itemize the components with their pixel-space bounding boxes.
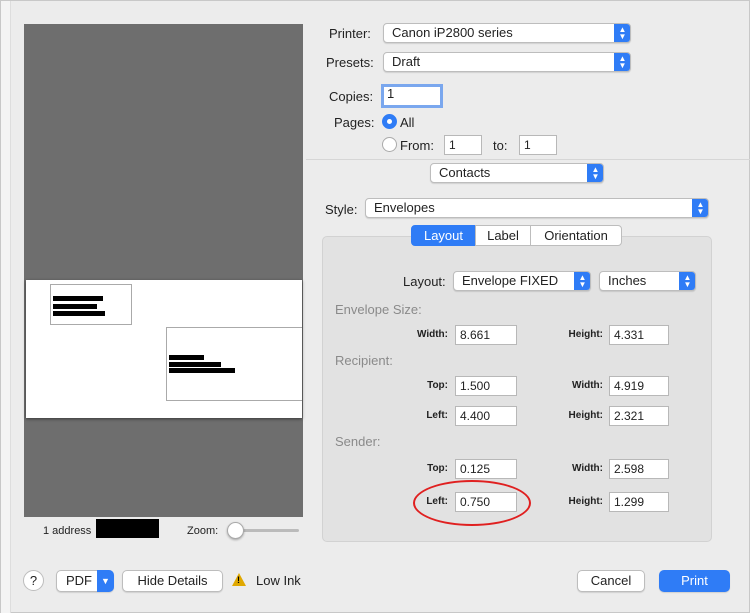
layout-label: Layout: (403, 274, 446, 289)
copies-field[interactable]: 1 (381, 84, 443, 108)
recipient-top-label: Top: (427, 380, 448, 391)
recipient-title: Recipient: (335, 353, 393, 368)
sender-top-field[interactable]: 0.125 (455, 459, 517, 479)
redacted-text (53, 311, 105, 316)
sender-height-field[interactable]: 1.299 (609, 492, 669, 512)
sender-height-label: Height: (568, 496, 603, 507)
pages-all-label: All (400, 115, 415, 130)
hide-details-button[interactable]: Hide Details (122, 570, 223, 592)
pages-to-label: to: (493, 138, 508, 153)
background-window-edge (1, 1, 11, 613)
print-button[interactable]: Print (659, 570, 730, 592)
chevron-updown-icon: ▲ ▼ (614, 53, 630, 71)
pages-to-field[interactable]: 1 (519, 135, 557, 155)
redacted-text (169, 355, 204, 360)
address-count: 1 address (43, 525, 92, 537)
print-dialog: 1 address Zoom: Printer: Canon iP2800 se… (0, 0, 750, 613)
envelope-height-label: Height: (568, 329, 603, 340)
presets-value: Draft (392, 54, 421, 69)
redacted-text (96, 519, 159, 538)
units-value: Inches (608, 273, 647, 288)
pdf-label: PDF (66, 573, 92, 588)
chevron-updown-icon: ▲ ▼ (574, 272, 590, 290)
recipient-address-box (166, 327, 302, 401)
printer-popup[interactable]: Canon iP2800 series ▲ ▼ (383, 23, 631, 43)
tab-layout[interactable]: Layout (411, 225, 476, 246)
chevron-updown-icon: ▲ ▼ (614, 24, 630, 42)
printer-label: Printer: (329, 26, 371, 41)
recipient-width-label: Width: (571, 380, 603, 391)
redacted-text (169, 362, 221, 367)
envelope-width-field[interactable]: 8.661 (455, 325, 517, 345)
zoom-label: Zoom: (187, 525, 219, 537)
recipient-left-field[interactable]: 4.400 (455, 406, 517, 426)
tab-label[interactable]: Label (475, 225, 531, 246)
envelope-height-field[interactable]: 4.331 (609, 325, 669, 345)
envelope-size-title: Envelope Size: (335, 302, 422, 317)
presets-label: Presets: (326, 55, 374, 70)
recipient-top-field[interactable]: 1.500 (455, 376, 517, 396)
recipient-left-label: Left: (426, 410, 448, 421)
envelope-width-label: Width: (416, 329, 448, 340)
units-popup[interactable]: Inches ▲ ▼ (599, 271, 696, 291)
pages-all-radio[interactable] (382, 114, 397, 129)
chevron-down-icon: ▼ (97, 570, 114, 592)
sender-width-label: Width: (571, 463, 603, 474)
pages-label: Pages: (334, 115, 375, 130)
app-settings-value: Contacts (439, 165, 491, 180)
redacted-text (53, 304, 97, 309)
copies-label: Copies: (329, 89, 374, 104)
chevron-updown-icon: ▲ ▼ (587, 164, 603, 182)
chevron-updown-icon: ▲ ▼ (692, 199, 708, 217)
sender-width-field[interactable]: 2.598 (609, 459, 669, 479)
pdf-menu-button[interactable]: PDF ▼ (56, 570, 114, 592)
pages-from-field[interactable]: 1 (444, 135, 482, 155)
print-preview (24, 24, 303, 517)
sender-address-box (50, 284, 132, 325)
chevron-updown-icon: ▲ ▼ (679, 272, 695, 290)
cancel-button[interactable]: Cancel (577, 570, 645, 592)
presets-popup[interactable]: Draft ▲ ▼ (383, 52, 631, 72)
sender-title: Sender: (335, 434, 381, 449)
printer-value: Canon iP2800 series (392, 25, 513, 40)
divider (306, 159, 750, 160)
recipient-height-field[interactable]: 2.321 (609, 406, 669, 426)
redacted-text (53, 296, 103, 301)
help-button[interactable]: ? (23, 570, 44, 591)
tab-orientation[interactable]: Orientation (530, 225, 622, 246)
layout-popup[interactable]: Envelope FIXED ▲ ▼ (453, 271, 591, 291)
layout-value: Envelope FIXED (462, 273, 559, 288)
redacted-text (169, 368, 235, 373)
pages-from-radio[interactable] (382, 137, 397, 152)
low-ink-label: Low Ink (256, 573, 301, 588)
pages-from-label: From: (400, 138, 434, 153)
warning-icon (232, 573, 246, 586)
envelope-preview (26, 280, 302, 418)
style-popup[interactable]: Envelopes ▲ ▼ (365, 198, 709, 218)
app-settings-popup[interactable]: Contacts ▲ ▼ (430, 163, 604, 183)
highlight-annotation-oval (413, 480, 531, 526)
style-label: Style: (325, 202, 358, 217)
sender-top-label: Top: (427, 463, 448, 474)
zoom-slider-knob[interactable] (227, 522, 244, 539)
recipient-height-label: Height: (568, 410, 603, 421)
recipient-width-field[interactable]: 4.919 (609, 376, 669, 396)
style-value: Envelopes (374, 200, 435, 215)
